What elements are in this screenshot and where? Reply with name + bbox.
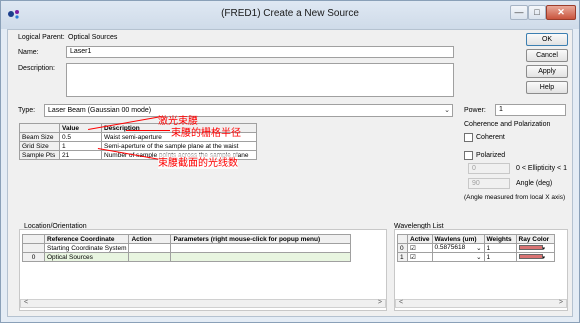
action-cell[interactable] (128, 243, 172, 253)
name-label: Name: (18, 49, 39, 56)
ray-color-cell[interactable]: ▾ (515, 243, 555, 253)
parameters-cell[interactable] (170, 252, 352, 262)
wavelength-value: 0.5875618 (434, 244, 466, 251)
row-index: 0 (22, 252, 45, 262)
weight-cell[interactable]: 1 (483, 243, 517, 253)
location-header-parameters: Parameters (right mouse-click for popup … (170, 234, 352, 244)
value-cell[interactable]: 1 (59, 141, 102, 151)
coherent-label: Coherent (476, 134, 505, 141)
window-title: (FRED1) Create a New Source (221, 8, 359, 19)
active-cell[interactable]: ☑ (407, 252, 433, 262)
dialog-client: Logical Parent: Optical Sources Name: La… (7, 29, 573, 317)
action-cell[interactable] (128, 252, 172, 262)
minimize-button[interactable]: — (510, 5, 528, 20)
location-table: Reference Coordinate Action Parameters (… (22, 234, 352, 262)
location-header-index (22, 234, 45, 244)
annotation-ray-count: 束腰截面的光线数 (158, 154, 238, 169)
cancel-button[interactable]: Cancel (526, 49, 568, 62)
row-index: 1 (397, 252, 408, 262)
ray-color-cell[interactable]: ▾ (515, 252, 555, 262)
close-button[interactable]: ✕ (546, 5, 576, 20)
maximize-button[interactable]: □ (528, 5, 546, 20)
location-header-reference: Reference Coordinate (43, 234, 130, 244)
apply-button[interactable]: Apply (526, 65, 568, 78)
logical-parent-label: Logical Parent: (18, 34, 65, 41)
angle-input[interactable]: 90 (468, 178, 510, 189)
annotation-arrow (126, 130, 170, 131)
value-cell[interactable]: 21 (59, 150, 102, 160)
ok-button[interactable]: OK (526, 33, 568, 46)
reference-cell[interactable]: Optical Sources (43, 252, 130, 262)
check-icon[interactable]: ☑ (410, 245, 416, 252)
logical-parent-value: Optical Sources (68, 34, 118, 41)
weight-cell[interactable]: 1 (483, 252, 517, 262)
reference-cell[interactable]: Starting Coordinate System (43, 243, 130, 253)
color-swatch[interactable] (518, 245, 543, 251)
scroll-left-icon[interactable]: < (24, 299, 28, 306)
dialog-window: (FRED1) Create a New Source — □ ✕ Logica… (0, 0, 580, 323)
power-label: Power: (464, 107, 486, 114)
annotation-grid-radius: 束腰的栅格半径 (171, 128, 241, 139)
scroll-left-icon[interactable]: < (399, 299, 403, 306)
description-label: Description: (18, 65, 55, 72)
parameters-cell[interactable] (170, 243, 352, 253)
wavelength-cell[interactable]: ⌄ (431, 252, 485, 262)
wavelength-header-ray-color: Ray Color (515, 234, 555, 244)
chevron-down-icon[interactable]: ⌄ (476, 253, 481, 261)
color-swatch[interactable] (518, 254, 543, 260)
polarized-label: Polarized (476, 152, 506, 159)
wavelength-scrollbar[interactable]: < > (395, 299, 567, 308)
angle-note: (Angle measured from local X axis) (464, 194, 566, 201)
row-label: Grid Size (19, 141, 60, 151)
type-select[interactable]: Laser Beam (Gaussian 00 mode) ⌄ (44, 104, 453, 117)
row-label: Beam Size (19, 132, 60, 142)
wavelength-header-row: Active Wavlens (um) Weights Ray Color (397, 234, 555, 244)
table-row[interactable]: Grid Size 1 Semi-aperture of the sample … (19, 141, 257, 151)
chevron-down-icon[interactable]: ⌄ (476, 244, 481, 252)
polarized-checkbox[interactable] (464, 151, 473, 160)
location-header-action: Action (128, 234, 172, 244)
table-row[interactable]: 1 ☑ ⌄ 1 ▾ (397, 252, 555, 262)
location-scrollbar[interactable]: < > (20, 299, 386, 308)
ellipticity-label: 0 < Ellipticity < 1 (516, 165, 567, 172)
location-header-row: Reference Coordinate Action Parameters (… (22, 234, 352, 244)
table-row[interactable]: 0 ☑ 0.5875618 ⌄ 1 ▾ (397, 243, 555, 253)
help-button[interactable]: Help (526, 81, 568, 94)
value-cell[interactable]: 0.5 (59, 132, 102, 142)
chevron-down-icon[interactable]: ▾ (543, 246, 546, 252)
description-cell: Semi-aperture of the sample plane at the… (101, 141, 257, 151)
coherence-group-title: Coherence and Polarization (464, 121, 551, 128)
coherent-checkbox[interactable] (464, 133, 473, 142)
wavelength-header-active: Active (407, 234, 433, 244)
angle-label: Angle (deg) (516, 180, 553, 187)
type-label: Type: (18, 107, 36, 114)
ellipticity-input[interactable]: 0 (468, 163, 510, 174)
power-input[interactable]: 1 (495, 104, 566, 116)
wavelength-cell[interactable]: 0.5875618 ⌄ (431, 243, 485, 253)
active-cell[interactable]: ☑ (407, 243, 433, 253)
scroll-right-icon[interactable]: > (559, 299, 563, 306)
table-row[interactable]: 0 Optical Sources (22, 252, 352, 262)
name-input[interactable]: Laser1 (66, 46, 454, 58)
type-select-value: Laser Beam (Gaussian 00 mode) (48, 107, 152, 114)
wavelength-header-weights: Weights (483, 234, 517, 244)
parameters-header-corner (19, 123, 60, 133)
row-label: Sample Pts (19, 150, 60, 160)
table-row[interactable]: Starting Coordinate System (22, 243, 352, 253)
check-icon[interactable]: ☑ (410, 254, 416, 261)
row-index: 0 (397, 243, 408, 253)
wavelength-table: Active Wavlens (um) Weights Ray Color 0 … (397, 234, 555, 262)
wavelength-header-wavelength: Wavlens (um) (431, 234, 485, 244)
chevron-down-icon[interactable]: ▾ (543, 255, 546, 261)
wavelength-header-index (397, 234, 408, 244)
scroll-right-icon[interactable]: > (378, 299, 382, 306)
description-input[interactable] (66, 63, 454, 97)
row-index (22, 243, 45, 253)
title-bar[interactable]: (FRED1) Create a New Source — □ ✕ (1, 1, 579, 29)
chevron-down-icon: ⌄ (444, 107, 450, 114)
